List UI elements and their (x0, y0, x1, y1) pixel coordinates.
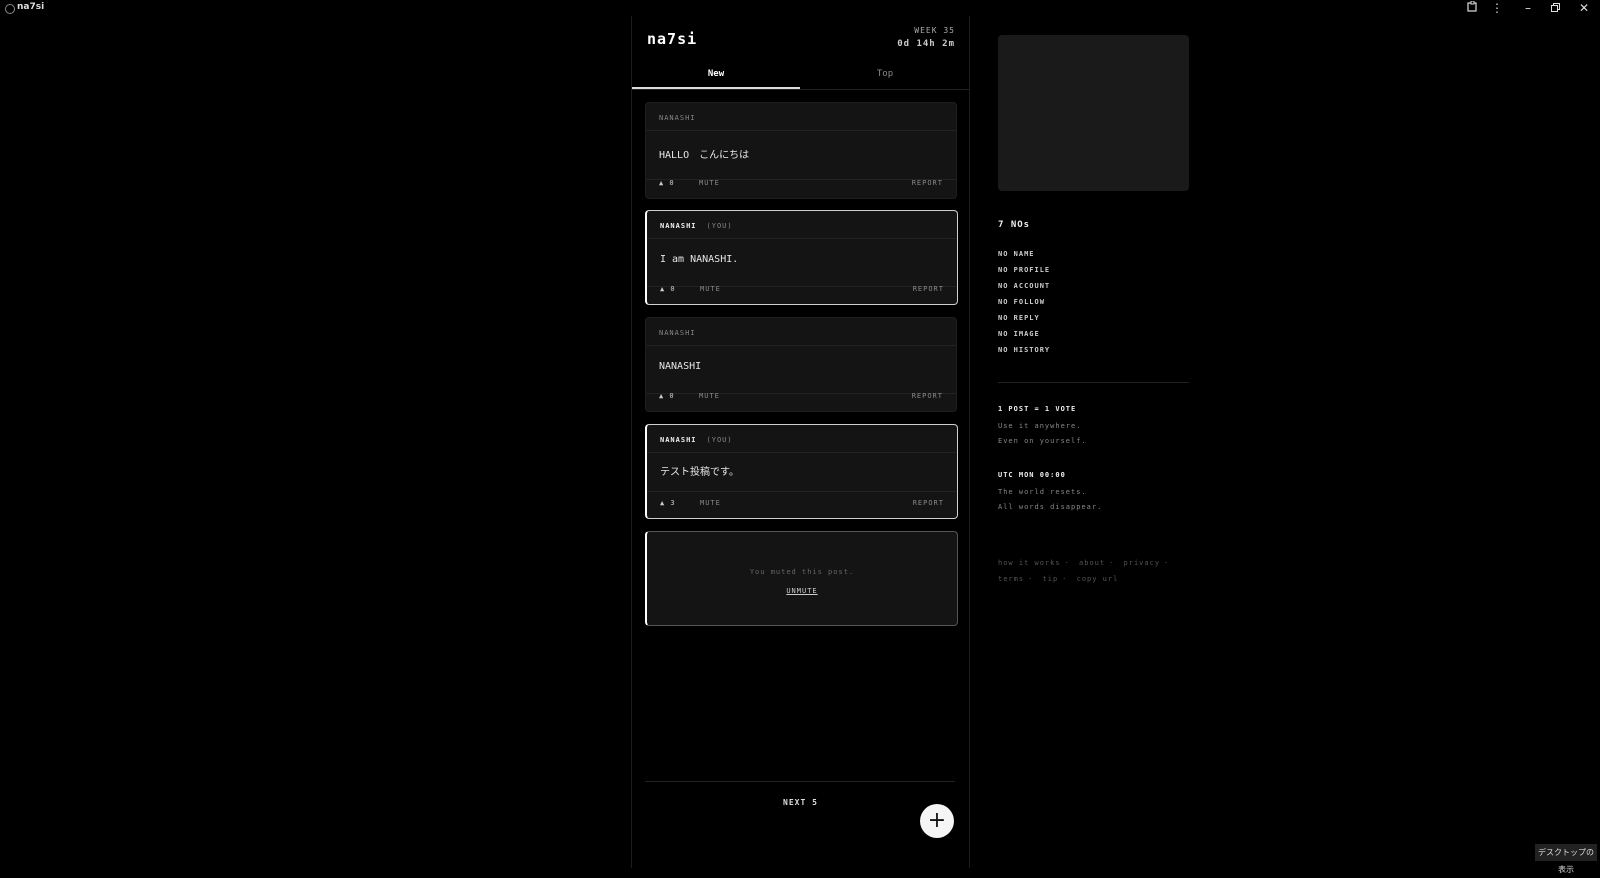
kebab-menu-icon[interactable]: ⋮ (1485, 0, 1509, 16)
divider (647, 238, 957, 239)
link-terms[interactable]: terms (998, 575, 1024, 583)
footer-links: how it works · about · privacy · terms · tip… (998, 555, 1189, 587)
rule-text: All words disappear. (998, 503, 1103, 511)
post-actions: ▲ 3 MUTE REPORT (660, 499, 944, 509)
divider (647, 491, 957, 492)
feed-tabs: New Top (632, 61, 969, 90)
tab-new[interactable]: New (632, 61, 800, 89)
divider (646, 345, 956, 346)
nos-item: NO PROFILE (998, 266, 1051, 274)
nos-item: NO NAME (998, 250, 1035, 258)
post-card-own: NANASHI (YOU) I am NANASHI. ▲ 0 MUTE REPO… (645, 210, 958, 305)
post-card: NANASHI NANASHI ▲ 0 MUTE REPORT (645, 317, 957, 412)
author-name: NANASHI (659, 114, 696, 122)
unmute-button[interactable]: UNMUTE (647, 587, 957, 595)
vote-button[interactable]: ▲ 0 (659, 392, 675, 400)
title-bar: na7si ⋮ – ✕ (0, 0, 1600, 16)
post-actions: ▲ 0 MUTE REPORT (660, 285, 944, 295)
post-card-own: NANASHI (YOU) テスト投稿です。 ▲ 3 MUTE REPORT (645, 424, 958, 519)
vote-button[interactable]: ▲ 3 (660, 499, 676, 507)
post-body: I am NANASHI. (660, 254, 739, 265)
restore-button[interactable] (1543, 0, 1567, 16)
post-body: テスト投稿です。 (660, 467, 739, 478)
report-button[interactable]: REPORT (912, 179, 943, 187)
next-page-button[interactable]: NEXT 5 (632, 798, 969, 807)
muted-post-card: You muted this post. UNMUTE (645, 531, 958, 626)
post-body: HALLO こんにちは (659, 150, 750, 161)
rule-text: Even on yourself. (998, 437, 1087, 445)
brand-logo[interactable]: na7si (647, 30, 697, 48)
post-body: NANASHI (659, 361, 702, 372)
author-name: NANASHI (660, 222, 697, 230)
tab-top[interactable]: Top (801, 61, 969, 88)
muted-note: You muted this post. (749, 568, 855, 576)
you-tag: (YOU) (706, 436, 733, 444)
week-label: WEEK 35 (914, 26, 955, 35)
link-copy-url[interactable]: copy url (1077, 575, 1119, 583)
nos-item: NO FOLLOW (998, 298, 1045, 306)
nos-list: NO NAME NO PROFILE NO ACCOUNT NO FOLLOW … (998, 246, 1050, 358)
link-separator: · (1062, 575, 1068, 583)
desktop-view-button[interactable]: デスクトップの表示 (1535, 844, 1597, 874)
reset-countdown: 0d 14h 2m (897, 39, 955, 49)
post-author: NANASHI (YOU) (660, 222, 733, 230)
mute-button[interactable]: MUTE (700, 499, 721, 507)
post-author: NANASHI (659, 114, 696, 122)
nos-item: NO HISTORY (998, 346, 1051, 354)
report-button[interactable]: REPORT (912, 392, 943, 400)
nos-item: NO IMAGE (998, 330, 1040, 338)
rule-heading: 1 POST = 1 VOTE (998, 405, 1077, 413)
report-button[interactable]: REPORT (913, 285, 944, 293)
vote-button[interactable]: ▲ 0 (660, 285, 676, 293)
app-icon (5, 4, 15, 14)
report-button[interactable]: REPORT (913, 499, 944, 507)
rule-heading: UTC MON 00:00 (998, 471, 1066, 479)
post-author: NANASHI (659, 329, 696, 337)
divider (998, 382, 1189, 383)
vote-button[interactable]: ▲ 0 (659, 179, 675, 187)
link-separator: · (1064, 559, 1070, 567)
main-column: na7si WEEK 35 0d 14h 2m New Top NANASHI … (631, 16, 970, 868)
nos-title: 7 NOs (998, 220, 1031, 230)
divider (645, 781, 955, 782)
link-about[interactable]: about (1079, 559, 1105, 567)
post-author: NANASHI (YOU) (660, 436, 733, 444)
nos-item: NO ACCOUNT (998, 282, 1051, 290)
link-how-it-works[interactable]: how it works (998, 559, 1061, 567)
ad-placeholder (998, 35, 1189, 191)
nos-item: NO REPLY (998, 314, 1040, 322)
author-name: NANASHI (659, 329, 696, 337)
close-button[interactable]: ✕ (1572, 0, 1596, 16)
link-tip[interactable]: tip (1043, 575, 1059, 583)
you-tag: (YOU) (706, 222, 733, 230)
mute-button[interactable]: MUTE (699, 392, 720, 400)
divider (646, 130, 956, 131)
link-separator: · (1109, 559, 1115, 567)
rule-text: The world resets. (998, 488, 1087, 496)
author-name: NANASHI (660, 436, 697, 444)
link-separator: · (1164, 559, 1170, 567)
mute-button[interactable]: MUTE (699, 179, 720, 187)
post-actions: ▲ 0 MUTE REPORT (659, 392, 943, 402)
minimize-button[interactable]: – (1516, 0, 1540, 16)
post-card: NANASHI HALLO こんにちは ▲ 0 MUTE REPORT (645, 102, 957, 199)
puzzle-icon[interactable] (1460, 0, 1484, 16)
link-separator: · (1028, 575, 1034, 583)
link-privacy[interactable]: privacy (1124, 559, 1161, 567)
window-title: na7si (17, 2, 45, 12)
post-actions: ▲ 0 MUTE REPORT (659, 179, 943, 189)
mute-button[interactable]: MUTE (700, 285, 721, 293)
divider (647, 452, 957, 453)
new-post-button[interactable]: + (920, 804, 954, 838)
rule-text: Use it anywhere. (998, 422, 1082, 430)
